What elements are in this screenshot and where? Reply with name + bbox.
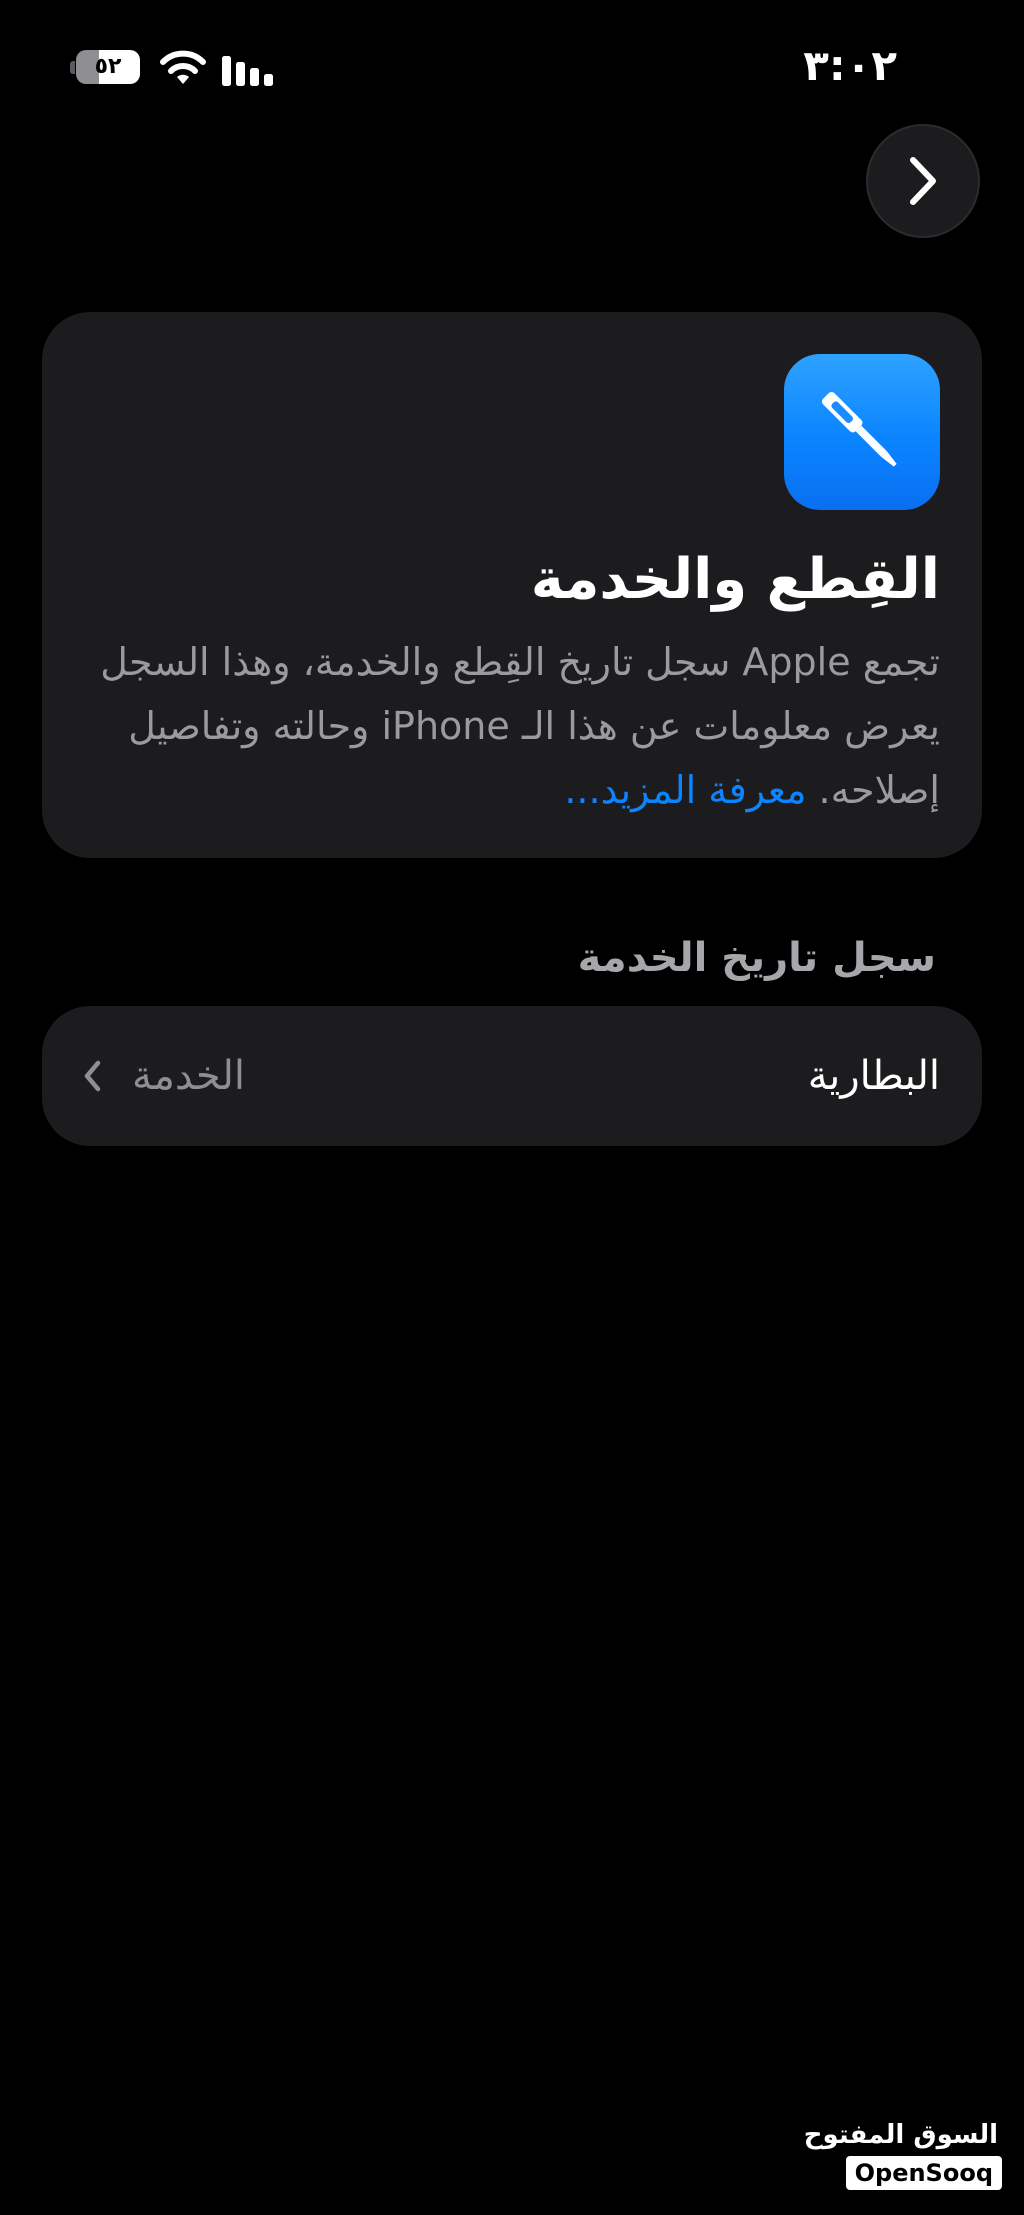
card-description-text: تجمع Apple سجل تاريخ القِطع والخدمة، وهذ…: [100, 640, 940, 812]
service-history-list: البطارية الخدمة: [42, 1006, 982, 1146]
opensooq-watermark: السوق المفتوح OpenSooq: [804, 2118, 1002, 2196]
service-history-header: سجل تاريخ الخدمة: [577, 935, 936, 981]
parts-and-service-card: القِطع والخدمة تجمع Apple سجل تاريخ القِ…: [42, 312, 982, 858]
chevron-right-icon: [910, 157, 936, 205]
row-label: البطارية: [807, 1053, 940, 1099]
watermark-latin: OpenSooq: [845, 2156, 1002, 2190]
battery-icon: ٥٢: [70, 50, 142, 86]
cellular-signal-icon: [222, 56, 273, 86]
forward-button[interactable]: [866, 124, 980, 238]
wifi-icon: [160, 50, 206, 84]
screwdriver-app-icon: [784, 354, 940, 510]
status-time: ٣:٠٢: [803, 41, 897, 90]
chevron-left-icon: [84, 1060, 101, 1092]
row-value: الخدمة: [132, 1053, 245, 1099]
learn-more-link[interactable]: معرفة المزيد...: [564, 768, 806, 812]
screwdriver-icon: [821, 391, 897, 467]
watermark-arabic: السوق المفتوح: [803, 2120, 998, 2150]
card-description: تجمع Apple سجل تاريخ القِطع والخدمة، وهذ…: [70, 630, 940, 822]
battery-level: ٥٢: [94, 54, 122, 79]
battery-row[interactable]: البطارية الخدمة: [42, 1006, 982, 1146]
card-title: القِطع والخدمة: [530, 547, 940, 612]
